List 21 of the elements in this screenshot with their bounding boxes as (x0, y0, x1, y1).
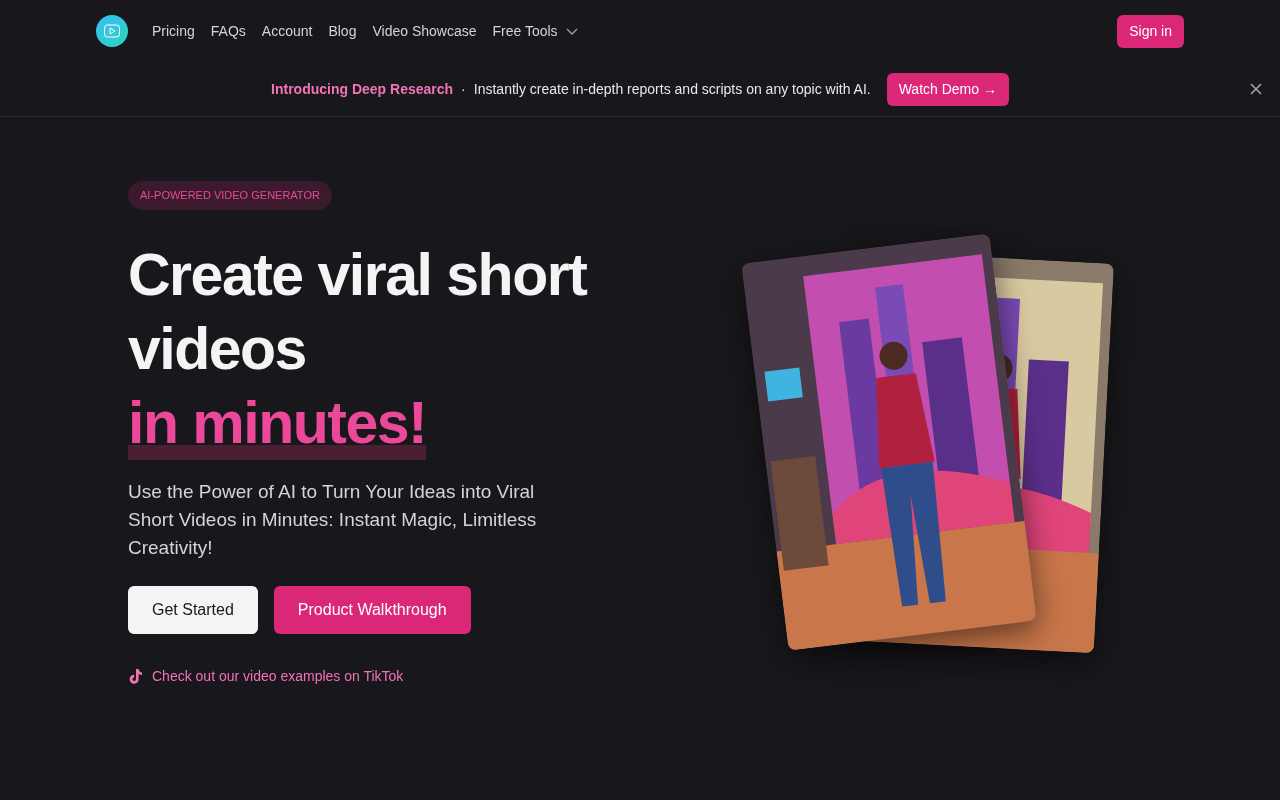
nav-link[interactable]: Video Showcase (372, 20, 477, 42)
sign-in-button[interactable]: Sign in (1117, 14, 1184, 48)
nav-link[interactable]: Account (261, 20, 313, 42)
nav-link[interactable]: FAQs (210, 20, 246, 42)
separator: · (461, 79, 466, 99)
hero-subtitle: Use the Power of AI to Turn Your Ideas into Viral Short Videos in Minutes: Instant Magic, Limitless Creativity! (128, 479, 538, 560)
logo-icon[interactable] (96, 15, 128, 47)
hero-heading: Create viral short videos (128, 240, 588, 384)
tiktok-link[interactable]: Check out our video examples on TikTok (152, 665, 404, 687)
walkthrough-button[interactable]: Product Walkthrough (273, 585, 471, 634)
tiktok-icon (128, 667, 144, 685)
badge: AI-POWERED VIDEO GENERATOR (128, 181, 332, 210)
announcement-title: Introducing Deep Research (271, 79, 454, 99)
caret-icon (565, 27, 578, 35)
close-icon[interactable] (1250, 83, 1262, 95)
nav-link[interactable]: Pricing (152, 20, 195, 42)
nav-dropdown[interactable]: Free Tools (492, 20, 578, 42)
nav-link[interactable]: Blog (328, 20, 357, 42)
get-started-button[interactable]: Get Started (128, 585, 258, 634)
announcement-text: Instantly create in-depth reports and scripts on any topic with AI. (473, 79, 871, 99)
watch-demo-button[interactable]: Watch Demo → (886, 72, 1009, 106)
